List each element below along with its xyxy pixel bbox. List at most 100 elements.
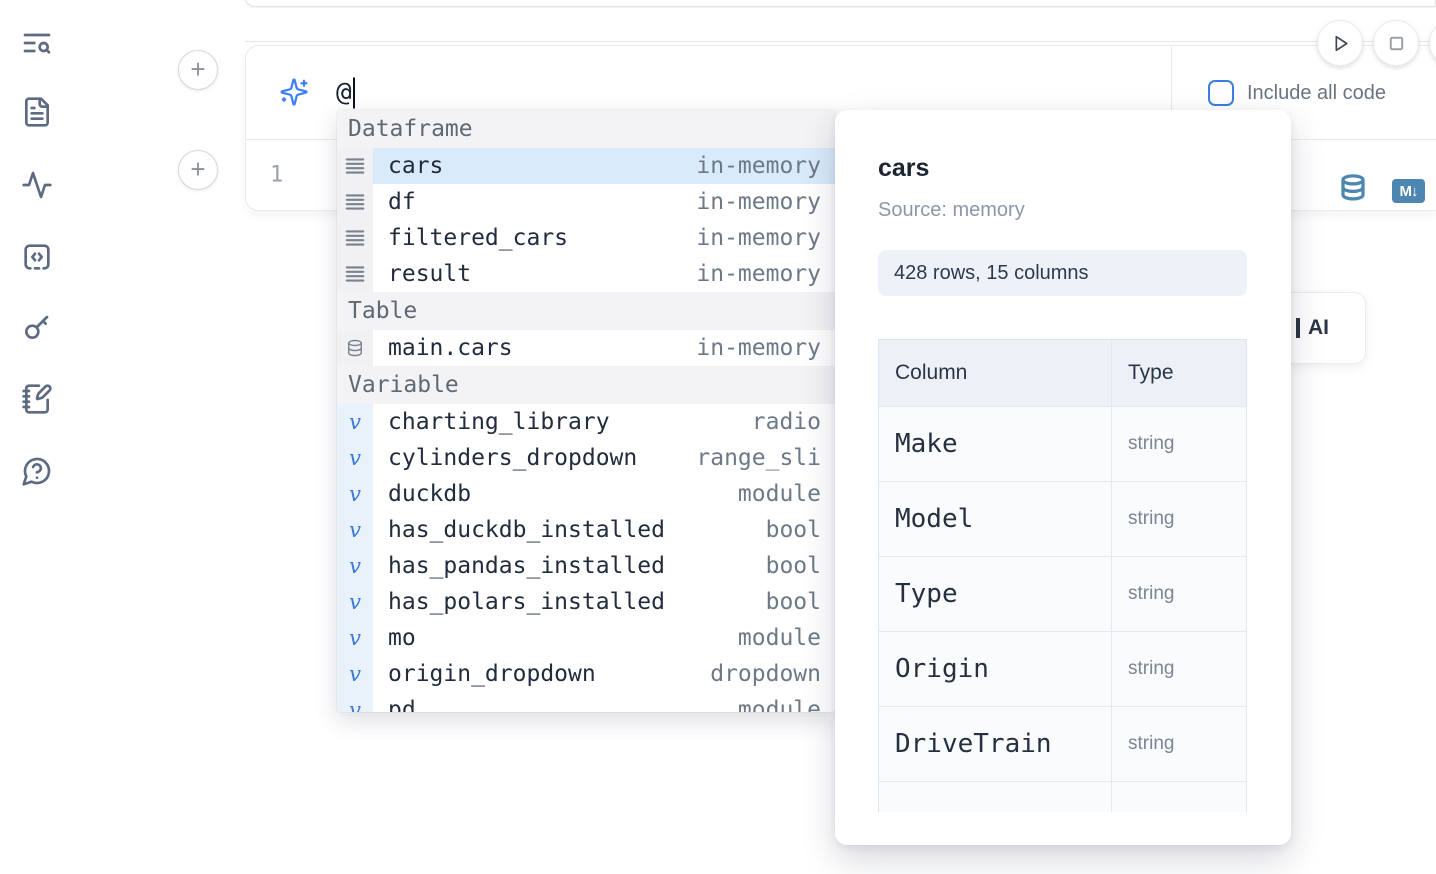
column-header: Column	[879, 340, 1112, 407]
include-all-code-label[interactable]: Include all code	[1247, 82, 1386, 105]
stop-button[interactable]	[1373, 20, 1419, 66]
autocomplete-item-pd[interactable]: vpdmodule	[337, 692, 835, 712]
autocomplete-item-origin_dropdown[interactable]: v origin_dropdown dropdown	[337, 656, 835, 692]
autocomplete-item-cars[interactable]: cars in-memory	[337, 148, 835, 184]
type-header: Type	[1112, 340, 1246, 407]
variable-icon: v	[337, 404, 373, 440]
autocomplete-section-table: Table	[337, 292, 835, 330]
item-type: module	[696, 625, 821, 651]
item-type: in-memory	[696, 189, 821, 215]
item-type: bool	[696, 553, 821, 579]
column-type: string	[1112, 557, 1246, 632]
column-name: Model	[879, 482, 1112, 557]
autocomplete-item-has_pandas_installed[interactable]: v has_pandas_installed bool	[337, 548, 835, 584]
preview-title: cars	[878, 154, 1247, 183]
activity-icon[interactable]	[19, 167, 55, 203]
item-name: has_polars_installed	[388, 589, 665, 615]
variable-icon: v	[337, 584, 373, 620]
autocomplete-item-main.cars[interactable]: main.cars in-memory	[337, 330, 835, 366]
file-text-icon[interactable]	[19, 94, 55, 130]
ai-prompt-input[interactable]: @	[336, 77, 355, 108]
column-type: string	[1112, 707, 1246, 782]
clipped-letter-fragment	[1296, 318, 1300, 338]
variable-icon: v	[337, 692, 373, 712]
autocomplete-item-duckdb[interactable]: vduckdb module	[337, 476, 835, 512]
text-search-icon[interactable]	[19, 25, 55, 61]
autocomplete-item-filtered_cars[interactable]: filtered_cars in-memory	[337, 220, 835, 256]
item-name: result	[388, 261, 471, 287]
column-name: Make	[879, 407, 1112, 482]
item-type: in-memory	[696, 335, 821, 361]
previous-cell-bottom-edge	[245, 0, 1436, 7]
item-type: module	[696, 481, 821, 507]
item-name: filtered_cars	[388, 225, 568, 251]
markdown-icon[interactable]: M↓	[1392, 179, 1425, 203]
rows-icon	[337, 220, 373, 256]
item-type: dropdown	[696, 661, 821, 687]
schema-table-row: Makestring	[879, 407, 1246, 482]
variable-icon: v	[337, 512, 373, 548]
run-cell-button[interactable]	[1317, 20, 1363, 66]
schema-table-row: DriveTrainstring	[879, 707, 1246, 782]
schema-table-row	[879, 782, 1246, 812]
autocomplete-item-charting_library[interactable]: vcharting_libraryradio	[337, 404, 835, 440]
schema-table-row: Typestring	[879, 557, 1246, 632]
rows-icon	[337, 256, 373, 292]
autocomplete-item-has_polars_installed[interactable]: v has_polars_installed bool	[337, 584, 835, 620]
autocomplete-item-cylinders_dropdown[interactable]: vcylinders_dropdownrange_sli	[337, 440, 835, 476]
schema-table-row: Originstring	[879, 632, 1246, 707]
item-name: origin_dropdown	[388, 661, 596, 687]
item-name: has_duckdb_installed	[388, 517, 665, 543]
item-name: cylinders_dropdown	[388, 445, 637, 471]
key-icon[interactable]	[19, 309, 55, 345]
autocomplete-item-mo[interactable]: vmo module	[337, 620, 835, 656]
include-all-code-checkbox[interactable]	[1208, 80, 1234, 106]
item-type: in-memory	[696, 153, 821, 179]
previous-cell-output-strip	[245, 8, 1436, 42]
marimo-notebook: + + @ Include all code 1 M↓	[0, 0, 1436, 874]
table-icon	[337, 330, 373, 366]
dataframe-preview-panel: cars Source: memory 428 rows, 15 columns…	[835, 110, 1291, 845]
add-cell-button-bottom[interactable]: +	[178, 150, 218, 190]
autocomplete-item-has_duckdb_installed[interactable]: v has_duckdb_installed bool	[337, 512, 835, 548]
schema-table-header-row: Column Type	[879, 340, 1246, 407]
column-type: string	[1112, 407, 1246, 482]
text-cursor	[353, 77, 355, 108]
autocomplete-item-result[interactable]: result in-memory	[337, 256, 835, 292]
column-name: Origin	[879, 632, 1112, 707]
item-type: bool	[696, 517, 821, 543]
preview-source: Source: memory	[878, 199, 1247, 222]
code-square-icon[interactable]	[19, 239, 55, 275]
column-name: Type	[879, 557, 1112, 632]
autocomplete-section-dataframe: Dataframe	[337, 110, 835, 148]
row-column-count-badge: 428 rows, 15 columns	[878, 250, 1247, 296]
variable-icon: v	[337, 656, 373, 692]
autocomplete-popup: Dataframecarsin-memorydfin-memoryfiltere…	[337, 110, 835, 712]
autocomplete-section-variable: Variable	[337, 366, 835, 404]
variable-icon: v	[337, 620, 373, 656]
item-type: bool	[696, 589, 821, 615]
help-circle-icon[interactable]	[19, 453, 55, 489]
item-name: df	[388, 189, 416, 215]
item-name: charting_library	[388, 409, 610, 435]
item-name: main.cars	[388, 335, 513, 361]
item-name: cars	[388, 153, 443, 179]
line-number: 1	[270, 163, 283, 188]
item-name: has_pandas_installed	[388, 553, 665, 579]
variable-icon: v	[337, 476, 373, 512]
add-cell-button-top[interactable]: +	[178, 50, 218, 90]
notebook-pen-icon[interactable]	[19, 381, 55, 417]
item-name: duckdb	[388, 481, 471, 507]
item-name: mo	[388, 625, 416, 651]
item-type: in-memory	[696, 225, 821, 251]
item-type: in-memory	[696, 261, 821, 287]
item-type: module	[696, 697, 821, 712]
column-type	[1112, 782, 1246, 812]
rows-icon	[337, 148, 373, 184]
column-type: string	[1112, 482, 1246, 557]
variable-icon: v	[337, 440, 373, 476]
database-icon[interactable]	[1338, 173, 1368, 208]
autocomplete-item-df[interactable]: df in-memory	[337, 184, 835, 220]
variable-icon: v	[337, 548, 373, 584]
rows-icon	[337, 184, 373, 220]
